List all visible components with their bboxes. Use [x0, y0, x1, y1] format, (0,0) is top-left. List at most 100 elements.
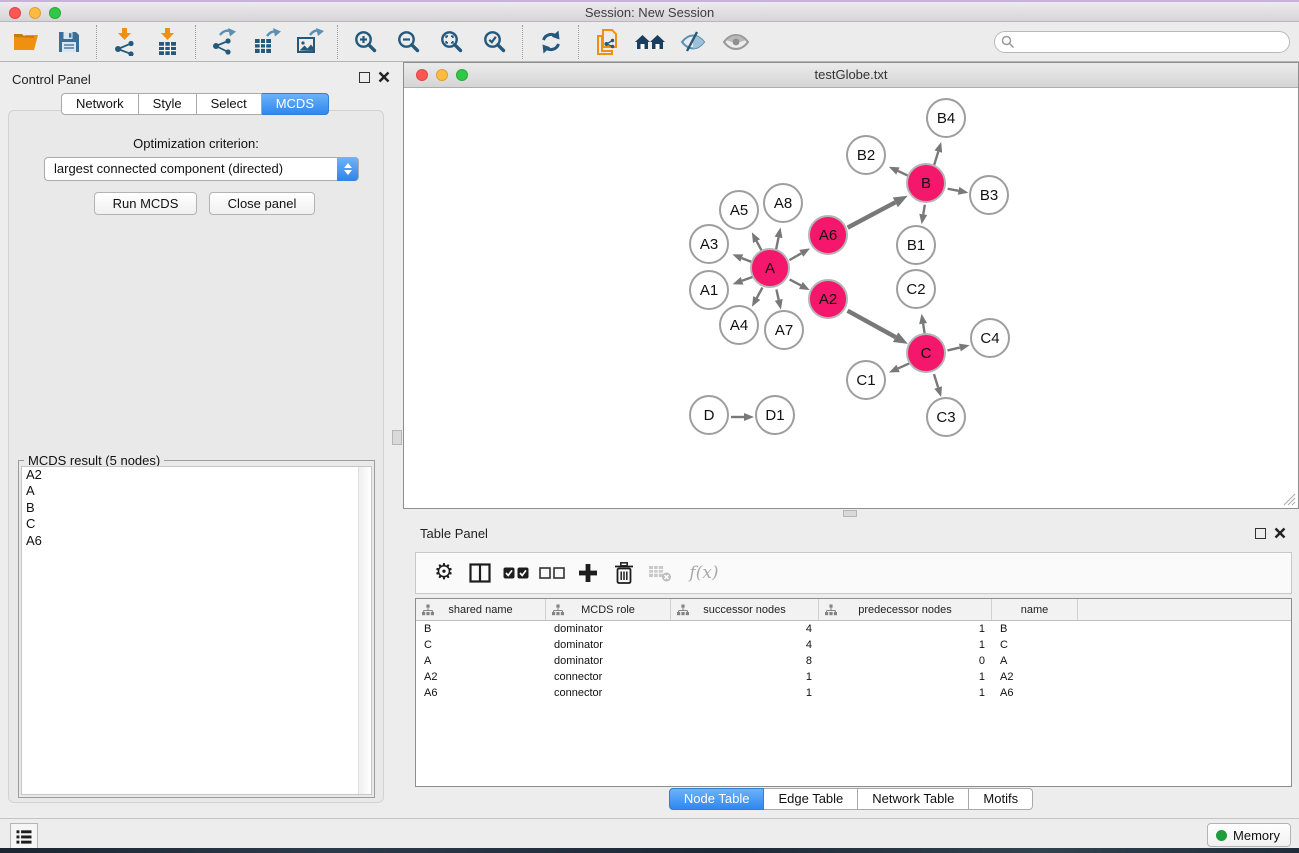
zoom-out-button[interactable] [387, 25, 430, 59]
graph-node-C3[interactable]: C3 [926, 397, 966, 437]
graph-node-C1[interactable]: C1 [846, 360, 886, 400]
tab-network-table[interactable]: Network Table [858, 788, 969, 810]
graph-edge-A2-C[interactable] [848, 311, 896, 337]
graph-node-A6[interactable]: A6 [808, 215, 848, 255]
graph-node-A1[interactable]: A1 [689, 270, 729, 310]
table-row[interactable]: A2connector11A2 [416, 669, 1291, 685]
graph-node-C[interactable]: C [906, 333, 946, 373]
save-session-button[interactable] [47, 25, 90, 59]
import-network-button[interactable] [103, 25, 146, 59]
table-cell[interactable]: 1 [819, 621, 992, 637]
graph-node-D1[interactable]: D1 [755, 395, 795, 435]
table-cell[interactable]: dominator [546, 653, 671, 669]
graph-node-B4[interactable]: B4 [926, 98, 966, 138]
delete-table-button[interactable] [642, 557, 678, 589]
graph-edge-A-A2[interactable] [790, 279, 801, 285]
network-window-titlebar[interactable]: testGlobe.txt [404, 63, 1298, 88]
graph-edge-C-C1[interactable] [898, 363, 910, 368]
table-cell[interactable]: A [992, 653, 1078, 669]
deselect-all-button[interactable] [534, 557, 570, 589]
table-cell[interactable]: A6 [992, 685, 1078, 701]
table-cell[interactable]: C [416, 637, 546, 653]
zoom-selected-button[interactable] [473, 25, 516, 59]
tab-network[interactable]: Network [61, 93, 139, 115]
table-row[interactable]: A6connector11A6 [416, 685, 1291, 701]
clone-network-button[interactable] [585, 25, 628, 59]
graph-edge-B-B4[interactable] [934, 152, 938, 166]
vertical-splitter-handle[interactable] [392, 430, 402, 445]
zoom-in-button[interactable] [344, 25, 387, 59]
tab-node-table[interactable]: Node Table [669, 788, 765, 810]
graph-node-A8[interactable]: A8 [763, 183, 803, 223]
search-input[interactable] [1015, 33, 1289, 51]
graph-node-A7[interactable]: A7 [764, 310, 804, 350]
table-cell[interactable]: 1 [819, 669, 992, 685]
export-image-button[interactable] [288, 25, 331, 59]
column-header-predecessor-nodes[interactable]: predecessor nodes [819, 599, 992, 620]
graph-node-A3[interactable]: A3 [689, 224, 729, 264]
float-table-panel-icon[interactable] [1255, 528, 1266, 539]
split-view-button[interactable] [462, 557, 498, 589]
graph-node-C4[interactable]: C4 [970, 318, 1010, 358]
network-canvas[interactable]: B4B2BB3A5A8A6B1A3AC2A1A2A4A7C4CC1C3DD1 [404, 88, 1298, 508]
table-row[interactable]: Cdominator41C [416, 637, 1291, 653]
table-cell[interactable]: A6 [416, 685, 546, 701]
table-cell[interactable]: connector [546, 669, 671, 685]
graph-edge-A6-B[interactable] [848, 202, 896, 227]
table-cell[interactable]: 8 [671, 653, 819, 669]
table-cell[interactable]: B [992, 621, 1078, 637]
column-header-shared-name[interactable]: shared name [416, 599, 546, 620]
graph-node-B2[interactable]: B2 [846, 135, 886, 175]
graph-edge-A-A7[interactable] [776, 290, 778, 300]
float-panel-icon[interactable] [359, 72, 370, 83]
close-panel-button[interactable]: Close panel [209, 192, 315, 215]
table-cell[interactable]: 1 [819, 685, 992, 701]
close-panel-icon[interactable] [378, 71, 390, 83]
table-cell[interactable]: C [992, 637, 1078, 653]
table-row[interactable]: Adominator80A [416, 653, 1291, 669]
apply-function-button[interactable]: f(x) [678, 557, 730, 589]
mcds-result-list[interactable]: A2ABCA6 [21, 466, 372, 795]
tab-edge-table[interactable]: Edge Table [764, 788, 858, 810]
table-cell[interactable]: 0 [819, 653, 992, 669]
open-file-button[interactable] [4, 25, 47, 59]
graph-edge-C-C4[interactable] [947, 348, 959, 351]
graph-node-D[interactable]: D [689, 395, 729, 435]
column-header-mcds-role[interactable]: MCDS role [546, 599, 671, 620]
table-cell[interactable]: 1 [671, 669, 819, 685]
mcds-result-item[interactable]: C [22, 516, 371, 532]
graph-node-B[interactable]: B [906, 163, 946, 203]
table-cell[interactable]: 1 [671, 685, 819, 701]
mcds-result-item[interactable]: A6 [22, 533, 371, 549]
horizontal-splitter-handle[interactable] [843, 510, 857, 517]
run-mcds-button[interactable]: Run MCDS [94, 192, 197, 215]
graph-edge-C-C3[interactable] [934, 374, 938, 387]
add-column-button[interactable] [570, 557, 606, 589]
table-row[interactable]: Bdominator41B [416, 621, 1291, 637]
resize-grip-icon[interactable] [1283, 493, 1296, 506]
graph-node-A[interactable]: A [750, 248, 790, 288]
table-cell[interactable]: connector [546, 685, 671, 701]
graph-edge-B-B1[interactable] [923, 205, 925, 215]
table-cell[interactable]: 1 [819, 637, 992, 653]
graph-edge-A-A4[interactable] [757, 288, 763, 298]
delete-column-button[interactable] [606, 557, 642, 589]
tab-style[interactable]: Style [139, 93, 197, 115]
mcds-result-item[interactable]: B [22, 500, 371, 516]
import-table-button[interactable] [146, 25, 189, 59]
column-header-name[interactable]: name [992, 599, 1078, 620]
table-cell[interactable]: B [416, 621, 546, 637]
graph-node-C2[interactable]: C2 [896, 269, 936, 309]
tab-motifs[interactable]: Motifs [969, 788, 1033, 810]
zoom-fit-button[interactable] [430, 25, 473, 59]
column-header-successor-nodes[interactable]: successor nodes [671, 599, 819, 620]
graph-node-A4[interactable]: A4 [719, 305, 759, 345]
home-button[interactable] [628, 25, 671, 59]
scrollbar-track[interactable] [358, 467, 371, 794]
graph-edge-B-B3[interactable] [948, 189, 959, 191]
export-table-button[interactable] [245, 25, 288, 59]
table-cell[interactable]: 4 [671, 621, 819, 637]
table-settings-button[interactable]: ⚙ [426, 557, 462, 589]
graph-node-A5[interactable]: A5 [719, 190, 759, 230]
mcds-result-item[interactable]: A2 [22, 467, 371, 483]
